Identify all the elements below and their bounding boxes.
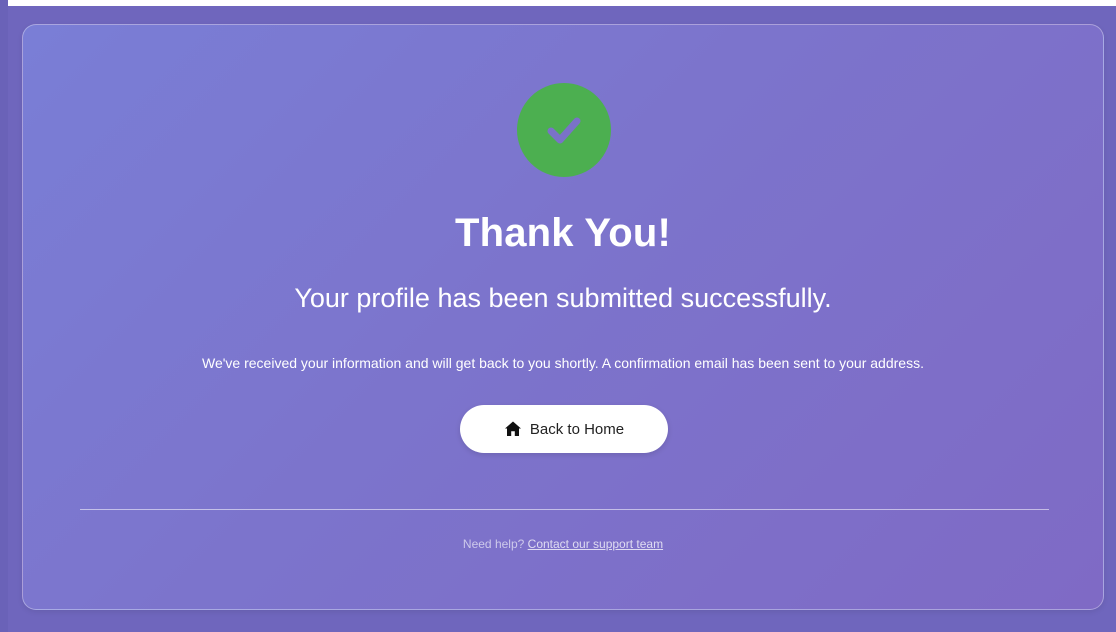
page-title: Thank You! [454, 211, 672, 255]
success-subtitle: Your profile has been submitted successf… [294, 283, 832, 313]
success-check-icon [517, 83, 611, 177]
back-to-home-button[interactable]: Back to Home [460, 405, 668, 453]
contact-support-link[interactable]: Contact our support team [528, 537, 663, 551]
back-to-home-label: Back to Home [529, 420, 625, 438]
confirmation-message: We've received your information and will… [202, 355, 924, 371]
divider [80, 509, 1049, 510]
help-footer: Need help? Contact our support team [23, 537, 1103, 551]
top-edge [0, 0, 1116, 6]
checkmark-icon [547, 117, 581, 144]
confirmation-card: Thank You! Your profile has been submitt… [22, 24, 1104, 610]
left-edge [0, 0, 8, 632]
home-icon [504, 420, 522, 438]
help-text: Need help? [462, 537, 525, 551]
